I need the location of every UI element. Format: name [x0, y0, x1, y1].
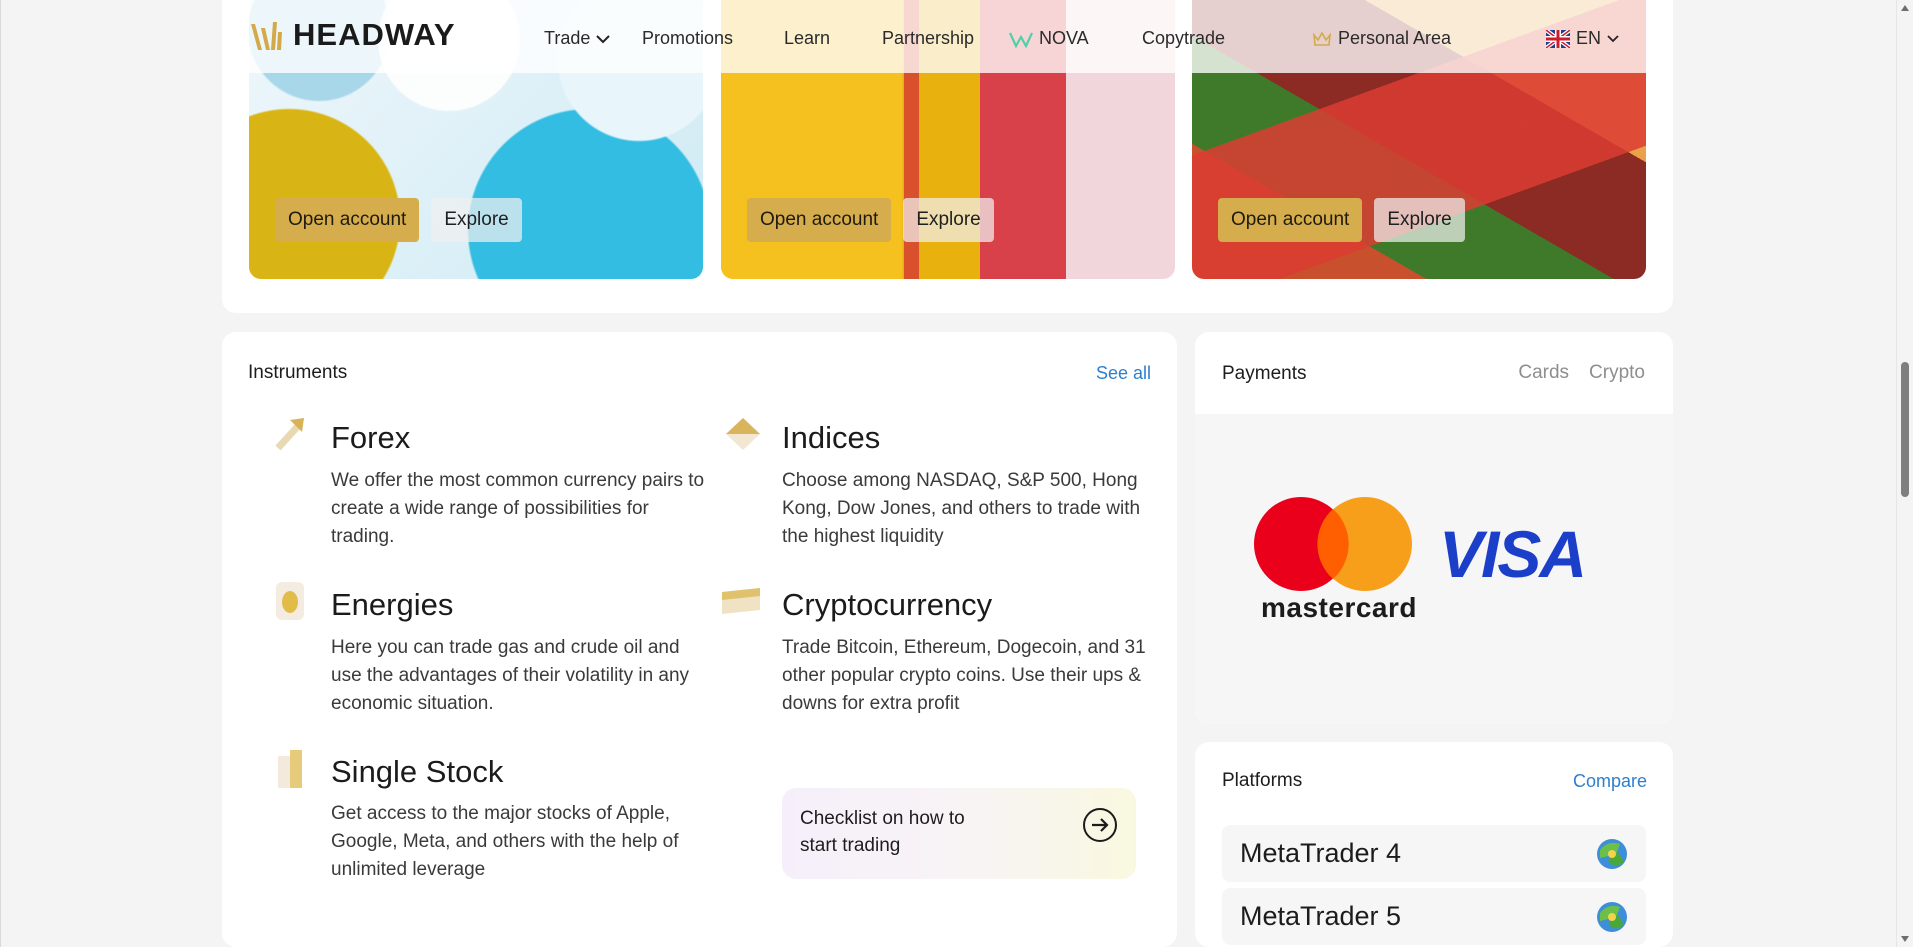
metatrader-icon — [1597, 839, 1627, 869]
platform-name: MetaTrader 5 — [1240, 901, 1402, 931]
open-account-button[interactable]: Open account — [747, 198, 892, 242]
instrument-description: Get access to the major stocks of Apple,… — [331, 803, 679, 880]
scrollbar-thumb[interactable] — [1901, 362, 1909, 497]
window-edge — [0, 0, 1, 947]
explore-button[interactable]: Explore — [903, 198, 994, 242]
instrument-name: Indices — [782, 420, 881, 455]
nav-promotions-label: Promotions — [642, 28, 734, 48]
nav-copytrade[interactable]: Copytrade — [1142, 28, 1225, 49]
checklist-label: Checklist on how to start trading — [800, 808, 965, 856]
mastercard-wordmark: mastercard — [1261, 592, 1417, 623]
arrow-right-circle-icon — [1083, 808, 1117, 842]
mastercard-logo — [1254, 497, 1412, 591]
instrument-description: We offer the most common currency pairs … — [331, 470, 705, 547]
instrument-name: Single Stock — [331, 754, 504, 789]
payments-card: Payments Cards Crypto mastercard VISA — [1195, 332, 1673, 724]
open-account-button[interactable]: Open account — [275, 198, 420, 242]
checklist-banner[interactable]: Checklist on how to start trading — [782, 788, 1136, 879]
payments-methods: mastercard VISA — [1195, 414, 1673, 724]
instruments-title: Instruments — [248, 362, 348, 383]
payments-title: Payments — [1222, 363, 1307, 384]
instrument-name: Energies — [331, 587, 454, 622]
language-selector[interactable]: EN — [1546, 28, 1619, 49]
site-header: HEADWAY Trade Promotions Learn Partnersh… — [222, 0, 1673, 73]
open-account-button[interactable]: Open account — [1218, 198, 1363, 242]
tab-cards[interactable]: Cards — [1518, 362, 1569, 384]
headway-crown-icon — [251, 22, 282, 50]
uk-flag-icon — [1546, 29, 1570, 48]
crown-icon — [1312, 30, 1332, 46]
nav-nova[interactable]: NOVA — [1009, 28, 1089, 49]
nav-learn[interactable]: Learn — [784, 28, 830, 49]
payments-tabs: Cards Crypto — [1518, 362, 1645, 384]
platform-row-mt5[interactable]: MetaTrader 5 — [1222, 888, 1646, 945]
vertical-scrollbar[interactable] — [1896, 0, 1913, 947]
stock-bar-icon — [278, 750, 302, 788]
nav-trade-label: Trade — [544, 28, 591, 48]
tab-crypto[interactable]: Crypto — [1589, 362, 1645, 384]
platform-name: MetaTrader 4 — [1240, 838, 1402, 868]
instrument-description: Trade Bitcoin, Ethereum, Dogecoin, and 3… — [782, 637, 1146, 714]
scroll-down-arrow-icon[interactable] — [1901, 936, 1909, 942]
see-all-link[interactable]: See all — [1096, 363, 1151, 384]
instrument-name: Forex — [331, 420, 411, 455]
explore-button[interactable]: Explore — [1374, 198, 1465, 242]
nav-partnership[interactable]: Partnership — [882, 28, 974, 49]
visa-logo: VISA — [1439, 517, 1587, 591]
explore-button[interactable]: Explore — [431, 198, 522, 242]
nav-nova-label: NOVA — [1039, 28, 1089, 48]
logo-text: HEADWAY — [293, 17, 456, 52]
promo-actions: Open account Explore — [747, 198, 994, 242]
platform-row-mt4[interactable]: MetaTrader 4 — [1222, 825, 1646, 882]
nav-personal-area-label: Personal Area — [1338, 28, 1452, 48]
compare-link[interactable]: Compare — [1573, 771, 1647, 792]
platforms-title: Platforms — [1222, 770, 1303, 791]
nav-trade[interactable]: Trade — [544, 28, 611, 49]
scroll-up-arrow-icon[interactable] — [1901, 5, 1909, 11]
nav-learn-label: Learn — [784, 28, 831, 48]
chevron-down-icon — [1607, 34, 1619, 42]
indices-pyramid-icon — [726, 418, 760, 450]
promo-actions: Open account Explore — [1218, 198, 1465, 242]
energies-drop-icon — [276, 582, 304, 620]
forex-arrow-icon — [275, 418, 304, 451]
nav-partnership-label: Partnership — [882, 28, 975, 48]
nav-promotions[interactable]: Promotions — [642, 28, 733, 49]
nav-copytrade-label: Copytrade — [1142, 28, 1226, 48]
instrument-description: Here you can trade gas and crude oil and… — [331, 637, 690, 714]
nova-logo-icon — [1009, 32, 1033, 48]
metatrader-icon — [1597, 902, 1627, 932]
promo-actions: Open account Explore — [275, 198, 522, 242]
instrument-description: Choose among NASDAQ, S&P 500, Hong Kong,… — [782, 470, 1141, 547]
language-label: EN — [1576, 28, 1602, 48]
instrument-name: Cryptocurrency — [782, 587, 993, 622]
chevron-down-icon — [596, 34, 611, 43]
headway-logo[interactable]: HEADWAY — [249, 17, 456, 53]
nav-personal-area[interactable]: Personal Area — [1312, 28, 1451, 49]
platforms-card: Platforms Compare MetaTrader 4 MetaTrade… — [1195, 742, 1673, 947]
crypto-coin-icon — [722, 588, 760, 614]
